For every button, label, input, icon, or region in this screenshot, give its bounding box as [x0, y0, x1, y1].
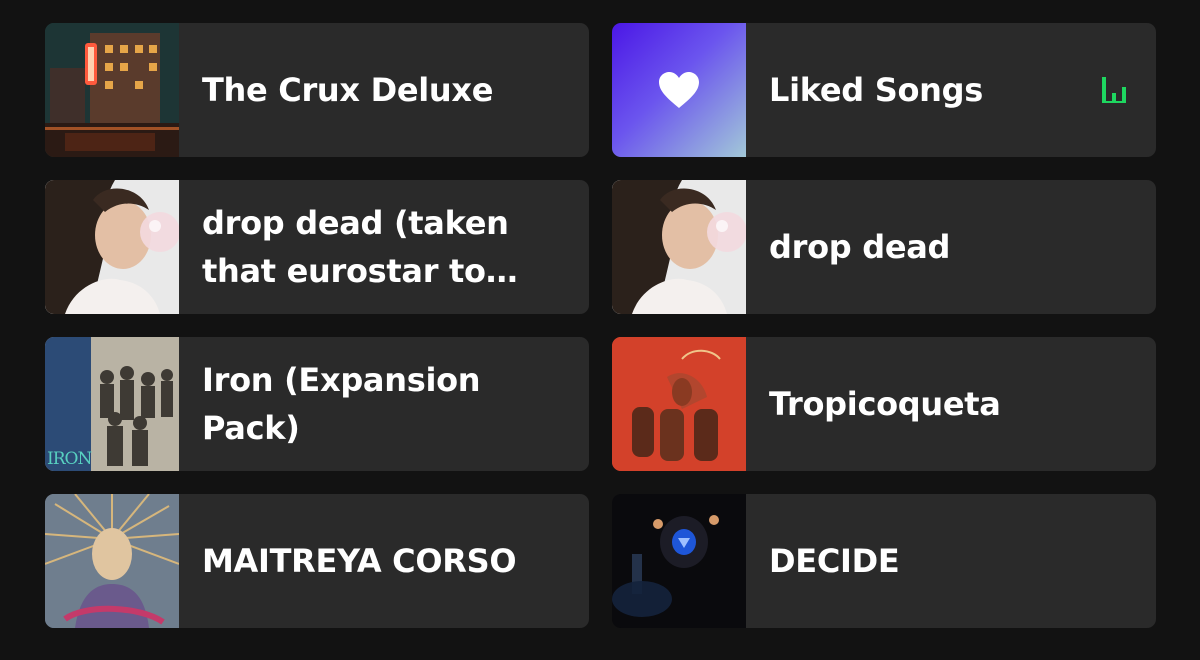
card-title: The Crux Deluxe: [202, 71, 494, 109]
album-art-iron-expansion-pack: IRON: [45, 337, 179, 471]
shortcut-card-iron-expansion-pack[interactable]: IRON Iron (Expansion Pack): [45, 337, 589, 471]
album-art-tropicoqueta: [612, 337, 746, 471]
card-title: Iron (Expansion Pack): [202, 361, 481, 447]
album-art-text: IRON: [47, 449, 92, 469]
album-art-drop-dead-taken: [45, 180, 179, 314]
shortcut-card-drop-dead-taken[interactable]: drop dead (taken that eurostar to fr…: [45, 180, 589, 314]
album-art-decide: [612, 494, 746, 628]
shortcut-card-liked-songs[interactable]: Liked Songs: [612, 23, 1156, 157]
shortcut-card-decide[interactable]: DECIDE: [612, 494, 1156, 628]
shortcut-card-drop-dead[interactable]: drop dead: [612, 180, 1156, 314]
card-title: DECIDE: [769, 542, 900, 580]
now-playing-equalizer-icon: [1102, 77, 1126, 103]
shortcut-card-maitreya-corso[interactable]: MAITREYA CORSO: [45, 494, 589, 628]
album-art-the-crux-deluxe: [45, 23, 179, 157]
card-title: MAITREYA CORSO: [202, 542, 517, 580]
album-art-drop-dead: [612, 180, 746, 314]
card-title: drop dead: [769, 228, 951, 266]
heart-icon: [659, 72, 699, 108]
card-title: Liked Songs: [769, 71, 983, 109]
card-title: drop dead (taken that eurostar to fr…: [202, 204, 509, 290]
album-art-maitreya-corso: [45, 494, 179, 628]
quick-access-grid: The Crux Deluxe Liked Songs drop dead (t…: [45, 23, 1156, 628]
card-title: Tropicoqueta: [769, 385, 1001, 423]
shortcut-card-the-crux-deluxe[interactable]: The Crux Deluxe: [45, 23, 589, 157]
shortcut-card-tropicoqueta[interactable]: Tropicoqueta: [612, 337, 1156, 471]
album-art-liked-songs: [612, 23, 746, 157]
